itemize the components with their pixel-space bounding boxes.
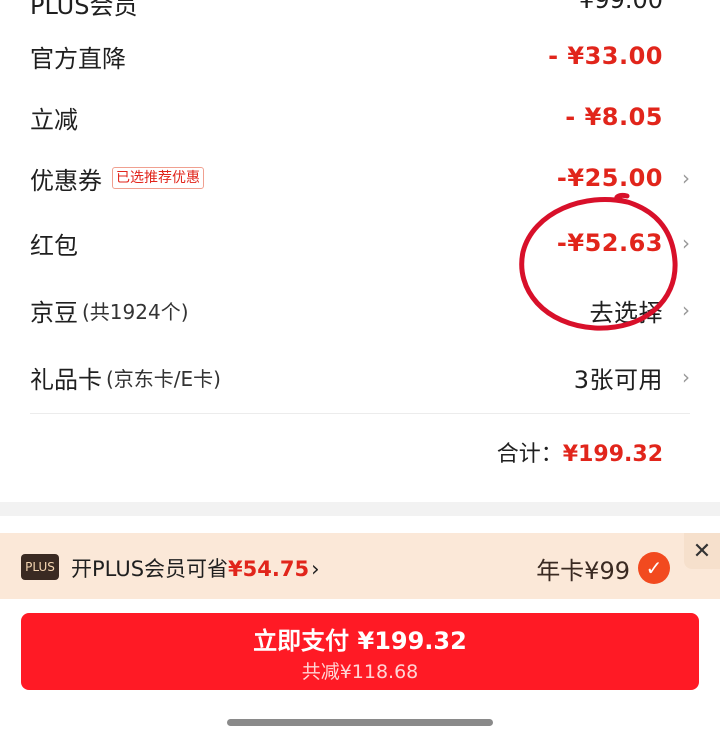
plus-member-label-partial: PLUS会员 <box>30 0 138 20</box>
instant-discount-value: - ¥8.05 <box>565 103 663 131</box>
plus-promo-bar[interactable]: PLUS 开PLUS会员可省¥54.75› 年卡¥99 ✓ ✕ <box>0 533 720 599</box>
instant-discount-label: 立减 <box>30 105 78 134</box>
chevron-right-icon: › <box>682 365 690 389</box>
gift-card-type: (京东卡/E卡) <box>106 366 221 391</box>
total-label: 合计： <box>496 442 563 467</box>
section-gap <box>0 502 720 516</box>
pay-now-button[interactable]: 立即支付 ¥199.32 共减¥118.68 <box>21 613 699 690</box>
plus-badge: PLUS <box>21 554 59 580</box>
jd-beans-select: 去选择 <box>589 298 663 327</box>
recommended-coupon-tag: 已选推荐优惠 <box>112 167 204 189</box>
row-coupon[interactable]: 优惠券 已选推荐优惠 -¥25.00 › <box>30 153 690 203</box>
total-amount: ¥199.32 <box>562 442 663 467</box>
chevron-right-icon: › <box>682 298 690 322</box>
pay-now-label: 立即支付 ¥199.32 <box>253 627 467 655</box>
chevron-right-icon: › <box>682 231 690 255</box>
plus-promo-label: 开PLUS会员可省 <box>71 557 229 581</box>
row-instant-discount: 立减 - ¥8.05 <box>30 92 690 142</box>
gift-card-label: 礼品卡 <box>30 365 102 394</box>
row-red-packet[interactable]: 红包 -¥52.63 › <box>30 218 690 268</box>
plus-save-amount: ¥54.75 <box>228 557 310 581</box>
official-discount-label: 官方直降 <box>30 44 126 73</box>
jd-beans-count: (共1924个) <box>82 299 189 324</box>
plus-promo-text[interactable]: 开PLUS会员可省¥54.75› <box>71 553 319 583</box>
row-official-discount: 官方直降 - ¥33.00 <box>30 31 690 81</box>
divider <box>30 413 690 414</box>
total-line: 合计：¥199.32 <box>497 436 663 468</box>
total-reduction-label: 共减¥118.68 <box>301 661 419 683</box>
gift-card-available: 3张可用 <box>573 365 663 394</box>
row-jd-beans[interactable]: 京豆 (共1924个) 去选择 › <box>30 285 690 335</box>
close-icon[interactable]: ✕ <box>684 533 720 569</box>
check-icon[interactable]: ✓ <box>638 552 670 584</box>
chevron-right-icon: › <box>311 557 320 581</box>
row-gift-card[interactable]: 礼品卡 (京东卡/E卡) 3张可用 › <box>30 352 690 402</box>
home-indicator[interactable] <box>227 719 493 726</box>
coupon-label: 优惠券 <box>30 166 102 195</box>
price-breakdown-list: PLUS会员 ¥99.00 官方直降 - ¥33.00 立减 - ¥8.05 优… <box>0 0 720 502</box>
official-discount-value: - ¥33.00 <box>548 42 663 70</box>
year-card-price: 年卡¥99 <box>536 557 630 585</box>
jd-beans-label: 京豆 <box>30 298 78 327</box>
red-packet-value: -¥52.63 <box>556 229 663 257</box>
chevron-right-icon: › <box>682 166 690 190</box>
red-packet-label: 红包 <box>30 231 78 260</box>
coupon-value: -¥25.00 <box>556 164 663 192</box>
plus-member-value-partial: ¥99.00 <box>579 0 663 14</box>
